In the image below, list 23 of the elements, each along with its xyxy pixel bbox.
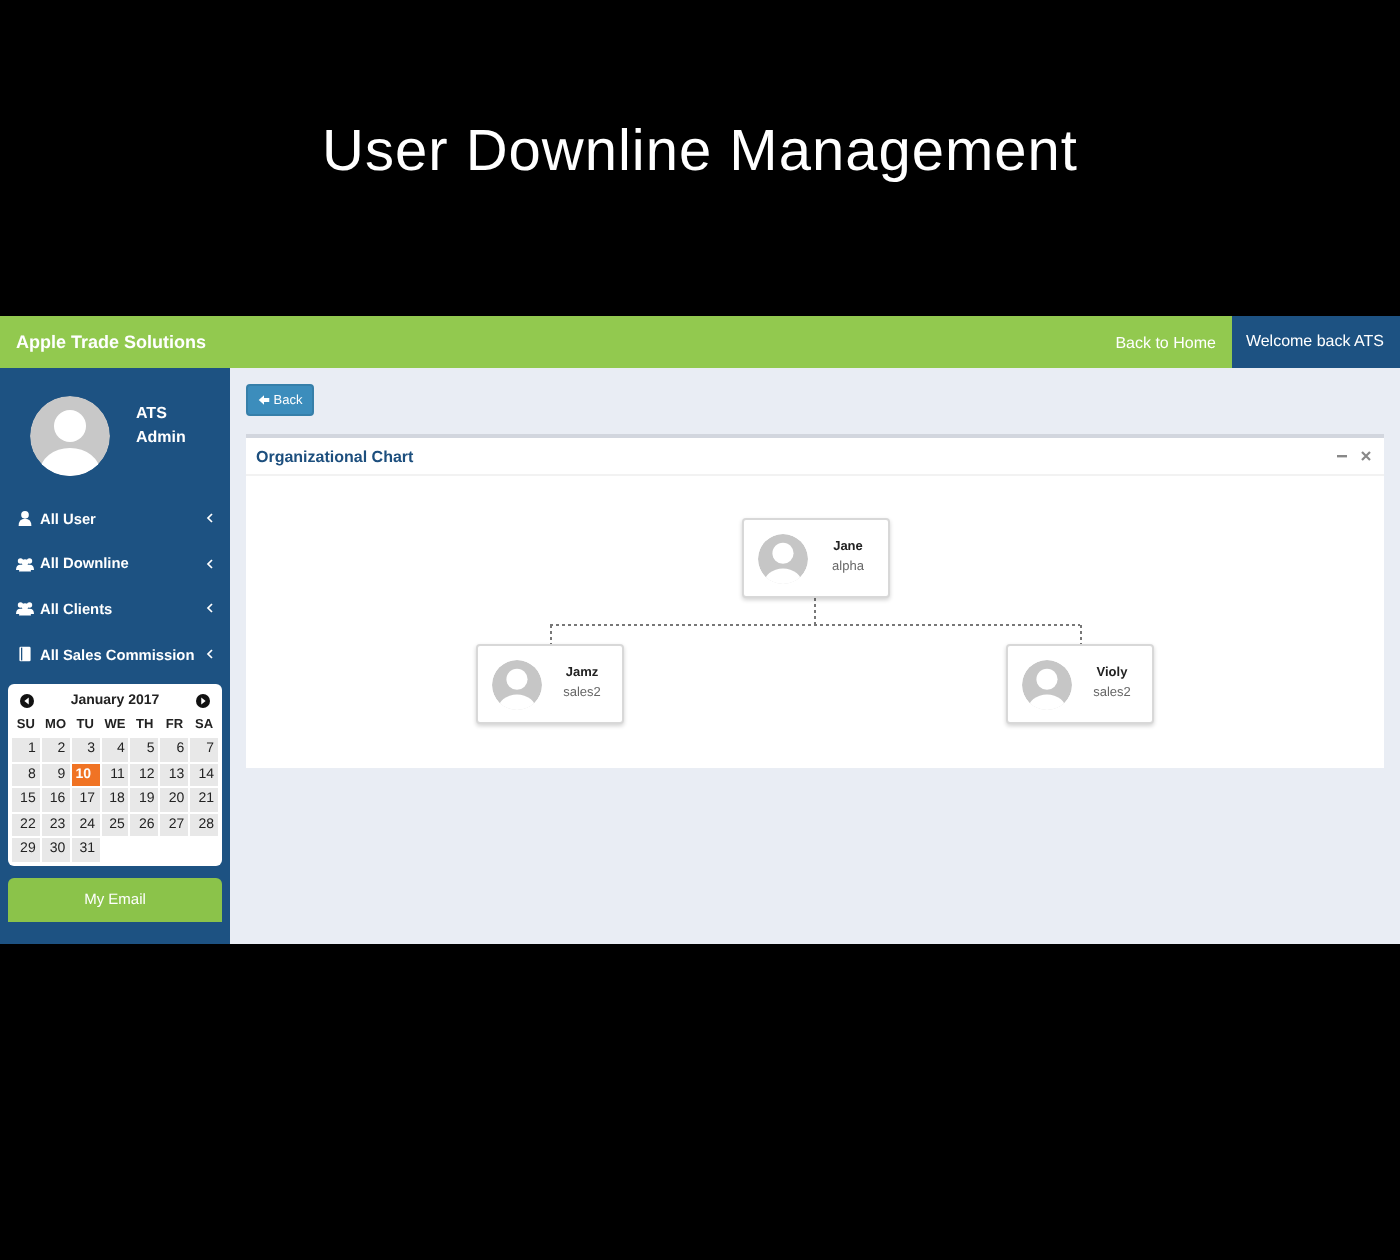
chevron-icon	[206, 512, 214, 525]
close-icon[interactable]	[1360, 450, 1372, 462]
chevron-icon	[206, 557, 214, 570]
next-month-icon[interactable]	[196, 694, 210, 709]
panel-title: Organizational Chart	[256, 447, 414, 465]
chevron-icon	[206, 602, 214, 615]
previous-month-icon[interactable]	[20, 694, 34, 709]
person-icon	[492, 659, 542, 709]
user-role: Admin	[136, 426, 186, 450]
user-icon	[16, 510, 34, 527]
person-icon	[758, 533, 808, 583]
users-icon	[16, 600, 34, 617]
brand-name: Apple Trade Solutions	[14, 332, 207, 352]
chevron-icon	[206, 648, 214, 661]
minimize-icon[interactable]	[1336, 450, 1348, 462]
users-icon	[16, 555, 34, 572]
person-icon	[1022, 659, 1072, 709]
user-name: ATS	[136, 402, 169, 426]
book-icon	[16, 646, 34, 663]
arrow-left-icon	[257, 394, 270, 406]
avatar-icon	[30, 396, 110, 476]
user-menu[interactable]: Welcome back ATS	[1231, 316, 1400, 368]
page-title: User Downline Management	[322, 120, 1078, 186]
